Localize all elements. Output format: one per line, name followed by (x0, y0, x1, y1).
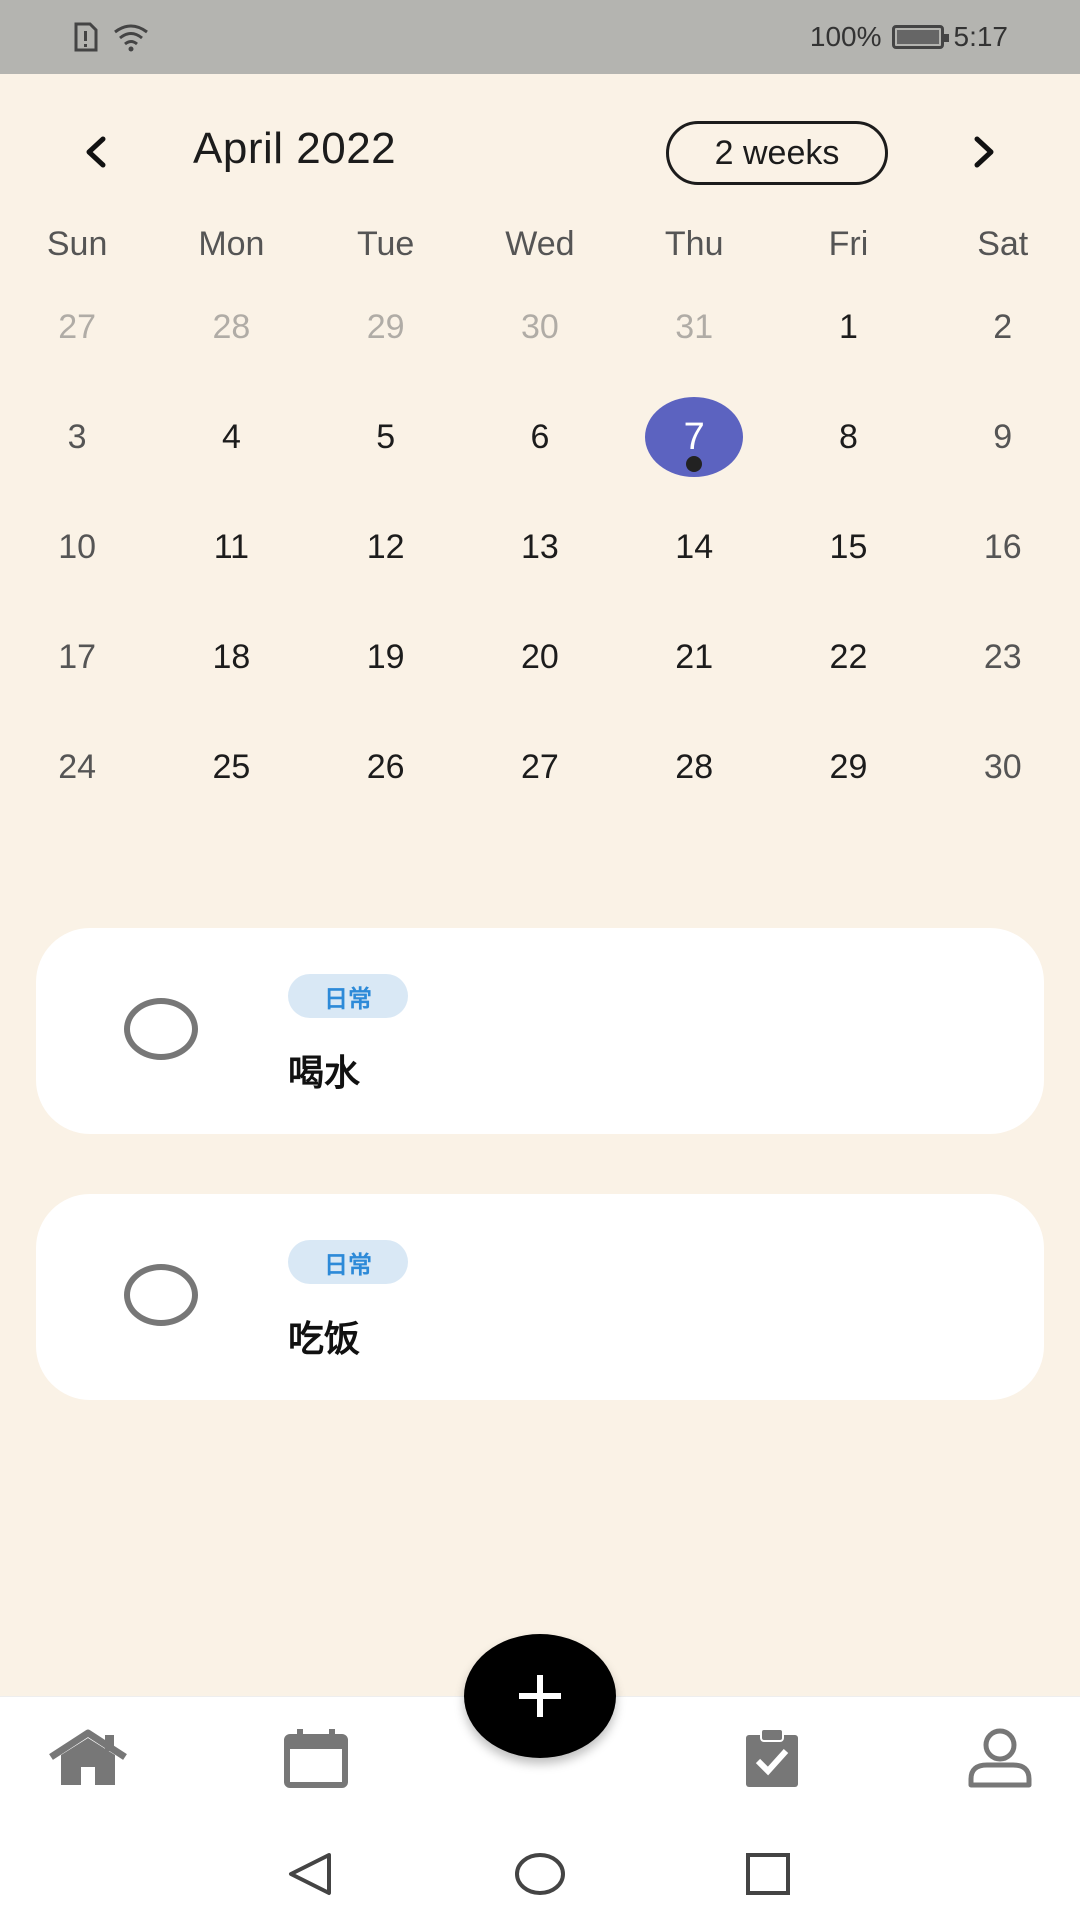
calendar-day[interactable]: 21 (617, 602, 771, 712)
task-title: 喝水 (288, 1052, 361, 1093)
calendar-icon[interactable] (274, 1723, 358, 1793)
calendar-day[interactable]: 8 (771, 382, 925, 492)
weekday-mon: Mon (198, 225, 265, 263)
plus-icon (519, 1675, 561, 1717)
tasks-icon[interactable] (730, 1723, 814, 1793)
wifi-icon (114, 24, 148, 52)
week-row-2: 3 4 5 6 7 8 9 (0, 382, 1080, 492)
calendar-day[interactable]: 14 (617, 492, 771, 602)
calendar-day[interactable]: 11 (154, 492, 308, 602)
month-title: April 2022 (193, 124, 397, 173)
back-icon[interactable] (280, 1846, 340, 1902)
calendar-day[interactable]: 9 (926, 382, 1080, 492)
chevron-left-icon[interactable] (68, 124, 124, 180)
weekday-thu: Thu (664, 225, 724, 263)
weekday-row: Sun Mon Tue Wed Thu Fri Sat (0, 225, 1080, 279)
task-title: 吃饭 (288, 1318, 361, 1359)
calendar-day[interactable]: 28 (154, 272, 308, 382)
calendar-day[interactable]: 25 (154, 712, 308, 822)
system-nav-bar (0, 1828, 1080, 1920)
calendar-day[interactable]: 29 (309, 272, 463, 382)
week-row-5: 24 25 26 27 28 29 30 (0, 712, 1080, 822)
calendar-day[interactable]: 22 (771, 602, 925, 712)
calendar-day[interactable]: 13 (463, 492, 617, 602)
home-icon[interactable] (46, 1723, 130, 1793)
week-row-1: 27 28 29 30 31 1 2 (0, 272, 1080, 382)
battery-percent: 100% (809, 21, 882, 52)
calendar-day[interactable]: 19 (309, 602, 463, 712)
task-checkbox[interactable] (124, 1264, 198, 1326)
calendar-day[interactable]: 12 (309, 492, 463, 602)
calendar-day[interactable]: 17 (0, 602, 154, 712)
recents-icon[interactable] (738, 1846, 798, 1902)
calendar-day[interactable]: 30 (463, 272, 617, 382)
calendar-day[interactable]: 6 (463, 382, 617, 492)
calendar-day[interactable]: 27 (0, 272, 154, 382)
week-row-3: 10 11 12 13 14 15 16 (0, 492, 1080, 602)
weekday-wed: Wed (505, 225, 575, 263)
weekday-tue: Tue (357, 225, 415, 263)
profile-icon[interactable] (958, 1723, 1042, 1793)
task-card[interactable]: 日常 吃饭 (36, 1194, 1044, 1400)
calendar-header: April 2022 2 weeks (0, 110, 1080, 194)
calendar-day[interactable]: 29 (771, 712, 925, 822)
calendar-day[interactable]: 4 (154, 382, 308, 492)
calendar-day[interactable]: 31 (617, 272, 771, 382)
calendar-day-selected[interactable]: 7 (617, 382, 771, 492)
calendar-day[interactable]: 2 (926, 272, 1080, 382)
home-circle-icon[interactable] (510, 1846, 570, 1902)
status-bar: 100% 5:17 (0, 0, 1080, 74)
clock: 5:17 (953, 21, 1009, 52)
calendar-day[interactable]: 16 (926, 492, 1080, 602)
chevron-right-icon[interactable] (956, 124, 1012, 180)
task-card[interactable]: 日常 喝水 (36, 928, 1044, 1134)
weekday-fri: Fri (828, 225, 869, 263)
calendar-day[interactable]: 3 (0, 382, 154, 492)
calendar-day[interactable]: 23 (926, 602, 1080, 712)
task-checkbox[interactable] (124, 998, 198, 1060)
weekday-sun: Sun (46, 225, 108, 263)
add-task-button[interactable] (464, 1634, 616, 1758)
calendar-day[interactable]: 27 (463, 712, 617, 822)
calendar-day[interactable]: 18 (154, 602, 308, 712)
calendar-day[interactable]: 10 (0, 492, 154, 602)
calendar-day[interactable]: 26 (309, 712, 463, 822)
calendar-day[interactable]: 28 (617, 712, 771, 822)
status-right: 100% 5:17 (810, 21, 1008, 53)
week-row-4: 17 18 19 20 21 22 23 (0, 602, 1080, 712)
range-toggle-button[interactable]: 2 weeks (666, 121, 888, 185)
status-left (72, 22, 150, 52)
task-category-tag: 日常 (288, 974, 408, 1018)
calendar-day[interactable]: 30 (926, 712, 1080, 822)
calendar-day[interactable]: 20 (463, 602, 617, 712)
calendar-day[interactable]: 15 (771, 492, 925, 602)
sim-alert-icon (74, 22, 98, 52)
task-category-tag: 日常 (288, 1240, 408, 1284)
calendar-day[interactable]: 1 (771, 272, 925, 382)
weekday-sat: Sat (977, 225, 1029, 263)
calendar-day[interactable]: 5 (309, 382, 463, 492)
calendar-day[interactable]: 24 (0, 712, 154, 822)
battery-icon (891, 25, 949, 49)
